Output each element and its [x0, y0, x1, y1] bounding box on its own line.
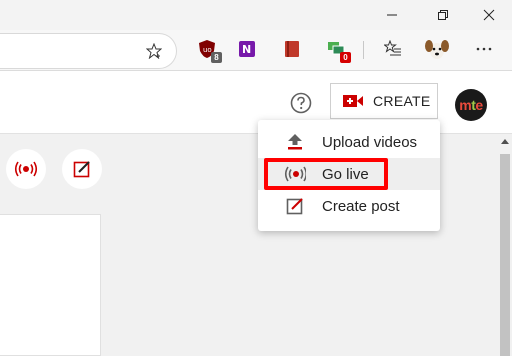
- restore-icon: [438, 10, 448, 20]
- menu-item-create-post[interactable]: Create post: [258, 190, 440, 222]
- content-card: [0, 214, 101, 356]
- more-menu-button[interactable]: [473, 38, 495, 60]
- video-add-icon: [343, 95, 363, 107]
- minimize-button[interactable]: [370, 0, 414, 30]
- create-button[interactable]: CREATE: [330, 83, 438, 119]
- ublock-badge: 8: [211, 52, 222, 63]
- close-icon: [483, 9, 495, 21]
- onenote-icon: N: [239, 41, 255, 57]
- add-favorite-icon[interactable]: [146, 43, 162, 59]
- screen-extension[interactable]: 0: [325, 38, 351, 63]
- create-post-icon: [284, 195, 306, 217]
- profile-button[interactable]: [424, 36, 450, 62]
- restore-button[interactable]: [421, 0, 465, 30]
- svg-text:N: N: [242, 43, 251, 56]
- menu-item-label: Upload videos: [322, 133, 418, 151]
- help-icon[interactable]: [290, 92, 312, 114]
- create-label: CREATE: [373, 93, 431, 109]
- upload-icon: [284, 131, 306, 153]
- favorites-list-icon: [384, 40, 401, 56]
- book-extension[interactable]: [281, 38, 303, 60]
- screen-badge: 0: [340, 52, 351, 63]
- toolbar-separator: [363, 41, 364, 59]
- address-bar[interactable]: [0, 33, 177, 69]
- go-live-quick-button[interactable]: [6, 149, 46, 189]
- menu-item-label: Create post: [322, 197, 400, 215]
- title-bar: [0, 0, 512, 30]
- avatar[interactable]: mte: [455, 89, 487, 121]
- create-post-quick-button[interactable]: [62, 149, 102, 189]
- scrollbar-thumb[interactable]: [500, 154, 510, 356]
- profile-dog-icon: [425, 37, 449, 61]
- onenote-extension[interactable]: N: [236, 38, 258, 60]
- go-live-icon: [14, 161, 38, 177]
- book-icon: [285, 41, 299, 57]
- browser-toolbar: uo 8 N 0: [0, 30, 512, 71]
- highlight-box: [264, 158, 388, 190]
- more-icon: [476, 47, 492, 51]
- minimize-icon: [387, 14, 397, 16]
- avatar-text: mte: [459, 97, 483, 113]
- create-post-icon: [73, 161, 90, 178]
- ublock-origin-extension[interactable]: uo 8: [196, 38, 222, 63]
- menu-item-upload-videos[interactable]: Upload videos: [258, 126, 440, 158]
- scroll-up-icon[interactable]: [501, 138, 509, 144]
- favorites-button[interactable]: [382, 38, 404, 60]
- close-button[interactable]: [467, 0, 511, 30]
